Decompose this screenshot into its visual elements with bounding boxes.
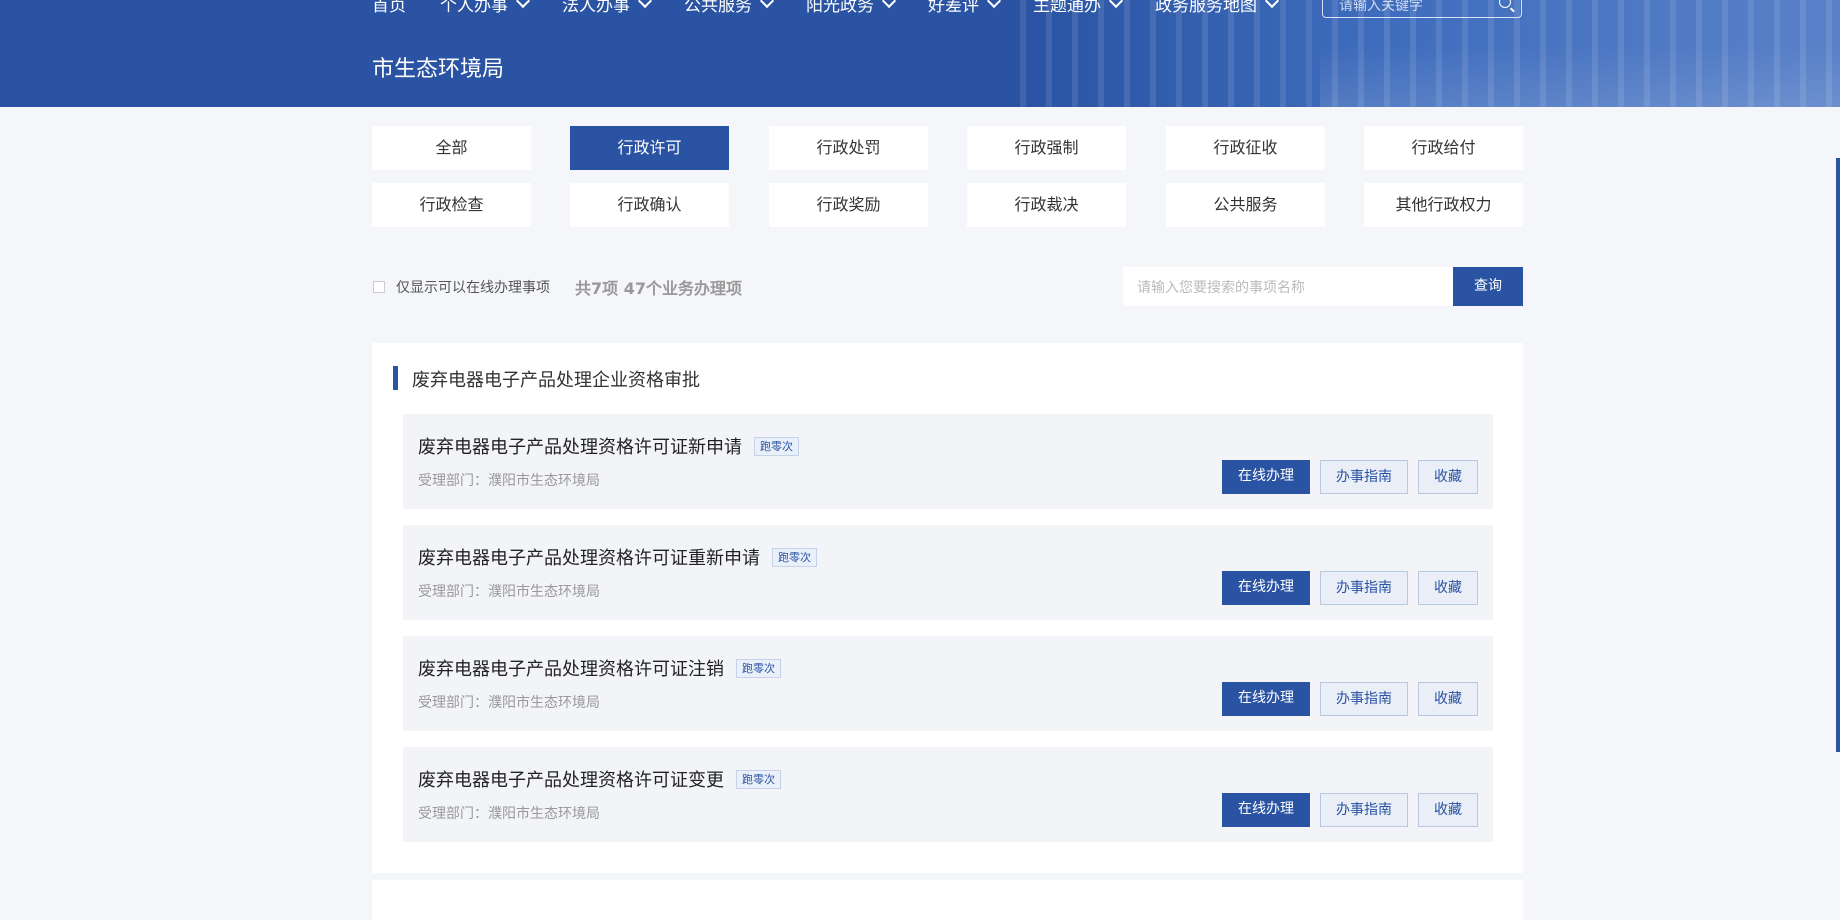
online-apply-button[interactable]: 在线办理: [1222, 460, 1310, 494]
nav-item-personal[interactable]: 个人办事: [440, 0, 531, 16]
online-only-label[interactable]: 仅显示可以在线办理事项: [396, 277, 550, 297]
tab-administrative-ruling[interactable]: 行政裁决: [967, 183, 1126, 227]
favorite-button[interactable]: 收藏: [1418, 571, 1478, 605]
scrollbar[interactable]: [1836, 158, 1840, 752]
item-name[interactable]: 废弃电器电子产品处理资格许可证变更 跑零次: [418, 766, 781, 792]
list-item: 废弃电器电子产品处理资格许可证重新申请 跑零次 受理部门：濮阳市生态环境局 在线办…: [403, 525, 1493, 620]
nav-item-review[interactable]: 好差评: [928, 0, 1002, 16]
zero-visit-badge: 跑零次: [736, 769, 781, 789]
tab-administrative-levy[interactable]: 行政征收: [1166, 126, 1325, 170]
chevron-down-icon: [881, 0, 897, 8]
favorite-button[interactable]: 收藏: [1418, 682, 1478, 716]
online-apply-button[interactable]: 在线办理: [1222, 571, 1310, 605]
favorite-button[interactable]: 收藏: [1418, 460, 1478, 494]
tab-other-powers[interactable]: 其他行政权力: [1364, 183, 1523, 227]
item-department: 受理部门：濮阳市生态环境局: [418, 695, 600, 711]
list-item: 废弃电器电子产品处理资格许可证变更 跑零次 受理部门：濮阳市生态环境局 在线办理 …: [403, 747, 1493, 842]
nav-item-theme[interactable]: 主题通办: [1033, 0, 1124, 16]
item-search-placeholder: 请输入您要搜索的事项名称: [1137, 280, 1305, 296]
chevron-down-icon: [637, 0, 653, 8]
item-name[interactable]: 废弃电器电子产品处理资格许可证新申请 跑零次: [418, 433, 799, 459]
query-button[interactable]: 查询: [1453, 267, 1523, 306]
list-item: 废弃电器电子产品处理资格许可证注销 跑零次 受理部门：濮阳市生态环境局 在线办理 …: [403, 636, 1493, 731]
nav-item-service-map[interactable]: 政务服务地图: [1155, 0, 1280, 16]
header-search-placeholder: 请输入关键字: [1339, 0, 1423, 14]
zero-visit-badge: 跑零次: [736, 658, 781, 678]
section-title: 废弃电器电子产品处理企业资格审批: [412, 370, 700, 391]
section-accent-bar: [393, 366, 398, 390]
online-only-checkbox[interactable]: [373, 281, 385, 293]
tab-administrative-inspection[interactable]: 行政检查: [372, 183, 531, 227]
zero-visit-badge: 跑零次: [772, 547, 817, 567]
tab-administrative-reward[interactable]: 行政奖励: [769, 183, 928, 227]
page-title: 市生态环境局: [372, 57, 505, 82]
result-count: 共7项 47个业务办理项: [575, 279, 742, 298]
favorite-button[interactable]: 收藏: [1418, 793, 1478, 827]
zero-visit-badge: 跑零次: [754, 436, 799, 456]
item-name[interactable]: 废弃电器电子产品处理资格许可证重新申请 跑零次: [418, 544, 817, 570]
guide-button[interactable]: 办事指南: [1320, 571, 1408, 605]
chevron-down-icon: [515, 0, 531, 8]
tab-public-service[interactable]: 公共服务: [1166, 183, 1325, 227]
item-department: 受理部门：濮阳市生态环境局: [418, 584, 600, 600]
tab-administrative-license[interactable]: 行政许可: [570, 126, 729, 170]
tab-all[interactable]: 全部: [372, 126, 531, 170]
header-search-input[interactable]: 请输入关键字: [1322, 0, 1522, 18]
tab-administrative-payment[interactable]: 行政给付: [1364, 126, 1523, 170]
site-header: 首页 个人办事 法人办事 公共服务 阳光政务 好差评 主题通办 政务服务地图 请…: [0, 0, 1840, 107]
list-item: 废弃电器电子产品处理资格许可证新申请 跑零次 受理部门：濮阳市生态环境局 在线办理…: [403, 414, 1493, 509]
chevron-down-icon: [986, 0, 1002, 8]
online-apply-button[interactable]: 在线办理: [1222, 793, 1310, 827]
nav-item-open-government[interactable]: 阳光政务: [806, 0, 897, 16]
results-panel-next: [372, 880, 1523, 920]
tab-administrative-enforcement[interactable]: 行政强制: [967, 126, 1126, 170]
nav-item-home[interactable]: 首页: [372, 0, 406, 16]
guide-button[interactable]: 办事指南: [1320, 793, 1408, 827]
item-department: 受理部门：濮阳市生态环境局: [418, 473, 600, 489]
search-icon[interactable]: [1499, 0, 1511, 8]
header-decoration-glow: [1320, 45, 1840, 107]
nav-item-legal-person[interactable]: 法人办事: [562, 0, 653, 16]
nav-item-public-service[interactable]: 公共服务: [684, 0, 775, 16]
item-search-input[interactable]: 请输入您要搜索的事项名称: [1123, 267, 1453, 306]
item-name[interactable]: 废弃电器电子产品处理资格许可证注销 跑零次: [418, 655, 781, 681]
tab-administrative-penalty[interactable]: 行政处罚: [769, 126, 928, 170]
guide-button[interactable]: 办事指南: [1320, 682, 1408, 716]
main-nav: 首页 个人办事 法人办事 公共服务 阳光政务 好差评 主题通办 政务服务地图: [372, 0, 1311, 16]
chevron-down-icon: [759, 0, 775, 8]
guide-button[interactable]: 办事指南: [1320, 460, 1408, 494]
item-department: 受理部门：濮阳市生态环境局: [418, 806, 600, 822]
online-apply-button[interactable]: 在线办理: [1222, 682, 1310, 716]
chevron-down-icon: [1108, 0, 1124, 8]
tab-administrative-confirmation[interactable]: 行政确认: [570, 183, 729, 227]
chevron-down-icon: [1264, 0, 1280, 8]
